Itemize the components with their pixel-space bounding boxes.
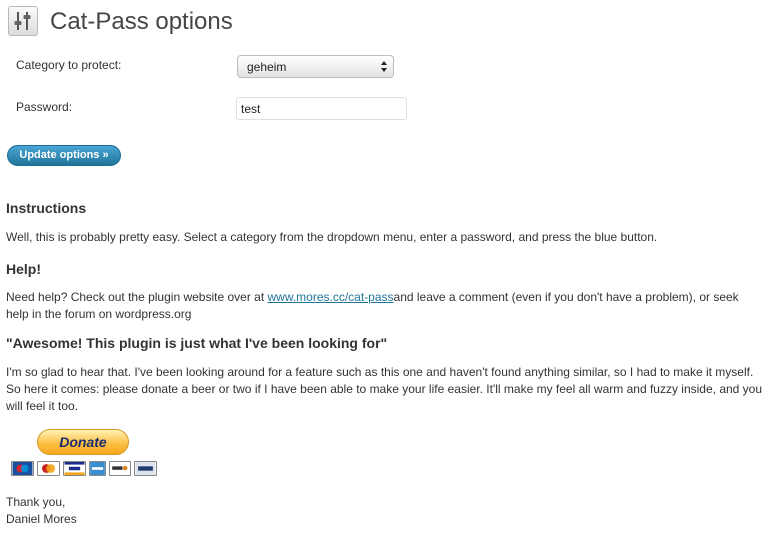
password-input[interactable] [236,97,407,120]
quote-heading: "Awesome! This plugin is just what I've … [6,335,388,351]
instructions-text: Well, this is probably pretty easy. Sele… [6,230,658,244]
help-text: Need help? Check out the plugin website … [6,289,764,323]
maestro-card-icon [11,461,34,476]
closing-signature: Thank you, Daniel Mores [6,494,77,528]
password-label: Password: [16,100,73,114]
help-text-before: Need help? Check out the plugin website … [6,290,268,304]
plugin-website-link[interactable]: www.mores.cc/cat-pass [268,290,394,304]
page-title: Cat-Pass options [50,8,233,35]
quote-text: I'm so glad to hear that. I've been look… [6,365,763,413]
discover-card-icon [109,461,131,476]
update-options-button[interactable]: Update options » [7,145,121,166]
closing-thanks: Thank you, [6,495,66,509]
select-arrows-icon [381,61,387,72]
bank-card-icon [134,461,157,476]
instructions-heading: Instructions [6,200,87,216]
category-select[interactable]: geheim [237,55,394,78]
settings-sliders-icon [8,6,38,36]
mastercard-card-icon [37,461,60,476]
amex-card-icon [89,461,106,476]
donate-button[interactable]: Donate [37,429,129,455]
closing-name: Daniel Mores [6,512,77,526]
category-select-value: geheim [247,60,287,74]
category-label: Category to protect: [16,58,122,72]
visa-card-icon [63,461,86,476]
help-heading: Help! [6,261,41,277]
